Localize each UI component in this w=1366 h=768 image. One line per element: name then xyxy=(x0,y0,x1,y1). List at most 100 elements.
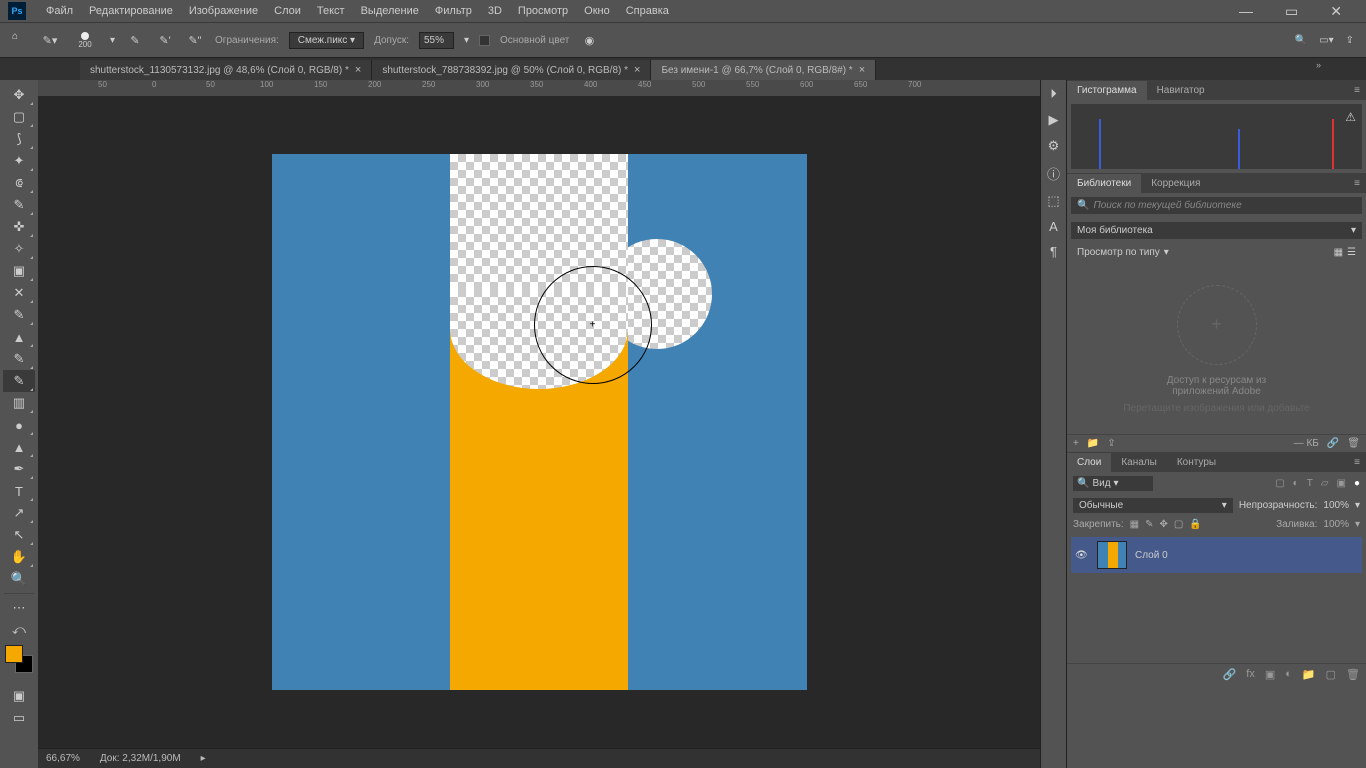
tab-histogram[interactable]: Гистограмма xyxy=(1067,81,1147,100)
layer-thumbnail[interactable] xyxy=(1097,541,1127,569)
filter-adjust-icon[interactable]: ◐ xyxy=(1293,478,1299,489)
color-swatch[interactable] xyxy=(5,645,33,673)
link-layers-icon[interactable]: 🔗 xyxy=(1223,668,1237,681)
filter-smart-icon[interactable]: ▣ xyxy=(1337,478,1346,489)
list-view-icon[interactable]: ☰ xyxy=(1347,247,1356,258)
home-icon[interactable]: ⌂ xyxy=(12,31,30,49)
tab-channels[interactable]: Каналы xyxy=(1111,453,1167,472)
foreground-color[interactable] xyxy=(5,645,23,663)
library-filter[interactable]: Просмотр по типу ▾ ▦ ☰ xyxy=(1071,245,1362,260)
canvas[interactable]: + xyxy=(272,154,807,690)
limits-dropdown[interactable]: Смеж.пикс ▾ xyxy=(289,32,364,49)
menu-view[interactable]: Просмотр xyxy=(518,5,568,17)
document-tab-active[interactable]: Без имени-1 @ 66,7% (Слой 0, RGB/8#) *× xyxy=(651,60,876,80)
path-tool[interactable]: ↗ xyxy=(3,502,35,524)
tolerance-input[interactable]: 55% xyxy=(419,32,454,49)
history-panel-icon[interactable]: ⏵ xyxy=(1050,86,1057,102)
grid-view-icon[interactable]: ▦ xyxy=(1334,247,1343,258)
tab-navigator[interactable]: Навигатор xyxy=(1147,81,1215,100)
tab-libraries[interactable]: Библиотеки xyxy=(1067,174,1141,193)
tool-preset-icon[interactable]: ✎▾ xyxy=(40,30,60,50)
clone-tool[interactable]: ▲ xyxy=(3,326,35,348)
sampling-once-icon[interactable]: ✎' xyxy=(155,30,175,50)
adjustments-panel-icon[interactable]: ⬚ xyxy=(1047,193,1059,209)
bg-eraser-tool[interactable]: ✎ xyxy=(3,370,35,392)
filter-type-icon[interactable]: T xyxy=(1307,478,1313,489)
menu-layers[interactable]: Слои xyxy=(274,5,301,17)
lasso-tool[interactable]: ⟆ xyxy=(3,128,35,150)
character-panel-icon[interactable]: A xyxy=(1049,219,1058,234)
add-icon[interactable]: + xyxy=(1073,438,1079,449)
library-search[interactable]: 🔍 Поиск по текущей библиотеке xyxy=(1071,197,1362,214)
actions-panel-icon[interactable]: ▶ xyxy=(1049,112,1059,128)
paragraph-panel-icon[interactable]: ¶ xyxy=(1050,244,1057,259)
share-icon[interactable]: ⇪ xyxy=(1346,35,1354,46)
panel-menu-icon[interactable]: ≡ xyxy=(1348,85,1366,96)
screenmode-icon[interactable]: ▭ xyxy=(3,707,35,729)
stamp-tool[interactable]: ▣ xyxy=(3,260,35,282)
tab-close-icon[interactable]: × xyxy=(355,64,361,76)
move-tool[interactable]: ✥ xyxy=(3,84,35,106)
panel-menu-icon[interactable]: ≡ xyxy=(1348,178,1366,189)
main-color-checkbox[interactable] xyxy=(479,35,490,46)
wand-tool[interactable]: ✦ xyxy=(3,150,35,172)
brush-tool[interactable]: ✎ xyxy=(3,304,35,326)
lock-transparent-icon[interactable]: ▦ xyxy=(1130,519,1139,530)
tab-close-icon[interactable]: × xyxy=(634,64,640,76)
zoom-tool[interactable]: 🔍 xyxy=(3,568,35,590)
blur-tool[interactable]: ● xyxy=(3,414,35,436)
chevron-down-icon[interactable]: ▾ xyxy=(110,35,115,46)
tab-correction[interactable]: Коррекция xyxy=(1141,174,1210,193)
layer-row[interactable]: 👁 Слой 0 xyxy=(1071,537,1362,573)
dodge-tool[interactable]: ▲ xyxy=(3,436,35,458)
quickmask-icon[interactable]: ▣ xyxy=(3,685,35,707)
info-panel-icon[interactable]: ⓘ xyxy=(1047,164,1060,183)
workspace-icon[interactable]: ▭▾ xyxy=(1319,35,1333,46)
eraser-tool[interactable]: ✎ xyxy=(3,348,35,370)
healing-tool[interactable]: ✜ xyxy=(3,216,35,238)
tab-paths[interactable]: Контуры xyxy=(1167,453,1226,472)
layer-name[interactable]: Слой 0 xyxy=(1135,550,1168,561)
warning-icon[interactable]: ⚠ xyxy=(1345,110,1356,124)
tab-close-icon[interactable]: × xyxy=(859,64,865,76)
layer-fx-icon[interactable]: fx xyxy=(1246,668,1255,681)
menu-image[interactable]: Изображение xyxy=(189,5,258,17)
pressure-icon[interactable]: ◉ xyxy=(579,30,599,50)
search-icon[interactable]: 🔍 xyxy=(1295,35,1307,46)
upload-icon[interactable]: ⇪ xyxy=(1107,438,1115,449)
menu-edit[interactable]: Редактирование xyxy=(89,5,173,17)
minimize-icon[interactable]: — xyxy=(1239,3,1253,20)
library-drop-zone[interactable]: + Доступ к ресурсам из приложений Adobe … xyxy=(1067,264,1366,434)
opacity-value[interactable]: 100% xyxy=(1323,500,1349,511)
menu-filter[interactable]: Фильтр xyxy=(435,5,472,17)
maximize-icon[interactable]: ▭ xyxy=(1285,3,1298,20)
blend-mode-select[interactable]: Обычные▾ xyxy=(1073,498,1233,513)
hand-tool[interactable]: ✋ xyxy=(3,546,35,568)
swap-colors-icon[interactable]: ⤺ xyxy=(3,619,35,641)
link-icon[interactable]: 🔗 xyxy=(1327,438,1339,449)
menu-file[interactable]: Файл xyxy=(46,5,73,17)
pen-tool[interactable]: ✒ xyxy=(3,458,35,480)
group-icon[interactable]: 📁 xyxy=(1302,668,1316,681)
eyedropper-tool[interactable]: ✎ xyxy=(3,194,35,216)
library-select[interactable]: Моя библиотека▾ xyxy=(1071,222,1362,239)
visibility-icon[interactable]: 👁 xyxy=(1075,550,1089,561)
edit-toolbar-icon[interactable]: ⋯ xyxy=(3,597,35,619)
layer-kind-filter[interactable]: 🔍 Вид ▾ xyxy=(1073,476,1153,491)
gradient-tool[interactable]: ▥ xyxy=(3,392,35,414)
crop-tool[interactable]: ⟃ xyxy=(3,172,35,194)
fill-value[interactable]: 100% xyxy=(1323,519,1349,530)
filter-shape-icon[interactable]: ▱ xyxy=(1321,478,1329,489)
menu-text[interactable]: Текст xyxy=(317,5,345,17)
adjustment-layer-icon[interactable]: ◐ xyxy=(1285,668,1292,681)
shape-tool[interactable]: ↖ xyxy=(3,524,35,546)
marquee-tool[interactable]: ▢ xyxy=(3,106,35,128)
delete-layer-icon[interactable]: 🗑 xyxy=(1346,668,1360,681)
menu-help[interactable]: Справка xyxy=(626,5,669,17)
zoom-level[interactable]: 66,67% xyxy=(46,753,80,764)
filter-toggle-icon[interactable]: ● xyxy=(1354,478,1360,489)
status-arrow-icon[interactable]: ▸ xyxy=(201,753,206,764)
lock-all-icon[interactable]: 🔒 xyxy=(1189,519,1201,530)
menu-select[interactable]: Выделение xyxy=(361,5,419,17)
lock-position-icon[interactable]: ✥ xyxy=(1160,519,1168,530)
